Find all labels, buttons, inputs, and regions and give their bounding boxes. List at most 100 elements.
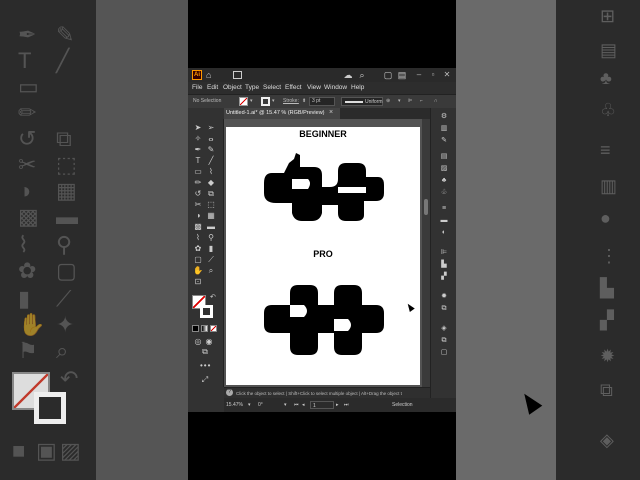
- menu-edit[interactable]: Edit: [207, 83, 218, 93]
- search-icon[interactable]: ⌕: [356, 69, 368, 81]
- align-icon[interactable]: ⊫: [408, 97, 412, 106]
- menu-effect[interactable]: Effect: [285, 83, 302, 93]
- brush-panel-icon[interactable]: ✎: [439, 136, 449, 146]
- links-icon[interactable]: ⧉: [439, 336, 449, 346]
- shape-builder-tool-icon[interactable]: ◑: [193, 211, 203, 221]
- swap-fill-stroke-icon[interactable]: ↶: [210, 293, 216, 301]
- zoom-dropdown-icon[interactable]: ▾: [248, 401, 251, 409]
- stroke-swatch[interactable]: [200, 305, 213, 318]
- home-icon[interactable]: ⌂: [206, 70, 216, 80]
- stroke-dropdown-icon[interactable]: ▾: [272, 97, 275, 106]
- layout-icon[interactable]: ▤: [396, 69, 408, 81]
- none-mode-icon[interactable]: [210, 325, 217, 332]
- direct-selection-tool-icon[interactable]: ➢: [206, 123, 216, 133]
- color-mode-icon[interactable]: [192, 325, 199, 332]
- first-artboard-icon[interactable]: ⏮: [294, 401, 299, 409]
- menu-view[interactable]: View: [307, 83, 321, 93]
- maximize-button[interactable]: ▫: [428, 69, 438, 81]
- blend-tool-icon[interactable]: ⚲: [206, 233, 216, 243]
- scrollbar-thumb[interactable]: [424, 199, 428, 215]
- pen-tool-icon[interactable]: ✒: [193, 145, 203, 155]
- gradient-mode-icon[interactable]: [201, 325, 208, 332]
- line-tool-icon[interactable]: ╱: [206, 156, 216, 166]
- column-graph-tool-icon[interactable]: ▮: [206, 244, 216, 254]
- document-tab[interactable]: Untitled-1.ai* @ 15.47 % (RGB/Preview) ×: [224, 108, 340, 119]
- free-transform-tool-icon[interactable]: ⬚: [206, 200, 216, 210]
- menu-window[interactable]: Window: [324, 83, 347, 93]
- scale-tool-icon[interactable]: ⧉: [206, 189, 216, 199]
- warp-tool-icon[interactable]: ✂: [193, 200, 203, 210]
- vertical-scrollbar[interactable]: [422, 119, 430, 387]
- menu-select[interactable]: Select: [263, 83, 281, 93]
- arrange-icon[interactable]: ▢: [382, 69, 394, 81]
- help-icon[interactable]: ?: [226, 389, 233, 396]
- rotation-dropdown-icon[interactable]: ▾: [284, 401, 287, 409]
- canvas-area[interactable]: BEGINNER PRO: [224, 119, 430, 387]
- rotation-field[interactable]: 0°: [258, 401, 263, 409]
- recolor-icon[interactable]: ⊕: [386, 97, 390, 106]
- menu-object[interactable]: Object: [223, 83, 242, 93]
- stroke-stepper-icon[interactable]: ⬍: [302, 97, 306, 106]
- zoom-level-field[interactable]: 15.47%: [226, 401, 243, 409]
- rotate-tool-icon[interactable]: ↺: [193, 189, 203, 199]
- edit-toolbar-icon[interactable]: ⤢: [200, 375, 210, 385]
- properties-icon[interactable]: ⚙: [439, 112, 449, 122]
- eraser-tool-icon[interactable]: ◆: [206, 178, 216, 188]
- cloud-icon[interactable]: ☁: [342, 69, 354, 81]
- print-tiling-tool-icon[interactable]: ⊡: [193, 277, 203, 287]
- minimize-button[interactable]: –: [414, 69, 424, 81]
- symbols-icon[interactable]: ♣: [439, 176, 449, 186]
- stroke-panel-icon[interactable]: ≡: [439, 204, 449, 214]
- draw-mode-icon[interactable]: ◎: [193, 337, 203, 347]
- stroke-label[interactable]: Stroke:: [283, 97, 299, 106]
- pathfinder-icon[interactable]: ▞: [439, 272, 449, 282]
- workspace-icon[interactable]: [233, 71, 242, 79]
- next-artboard-icon[interactable]: ▸: [336, 401, 339, 409]
- menu-help[interactable]: Help: [351, 83, 364, 93]
- artboard-number-field[interactable]: 1: [310, 401, 334, 409]
- prev-artboard-icon[interactable]: ◂: [302, 401, 305, 409]
- libraries-icon[interactable]: ▥: [439, 124, 449, 134]
- slice-tool-icon[interactable]: ⟋: [206, 255, 216, 265]
- fill-color-chip[interactable]: [239, 97, 248, 106]
- selection-tool-icon[interactable]: ➤: [193, 123, 203, 133]
- align-panel-icon[interactable]: ⊫: [439, 248, 449, 258]
- stroke-weight-field[interactable]: 3 pt: [309, 97, 335, 106]
- magic-wand-icon[interactable]: ✧: [193, 134, 203, 144]
- pencil-tool-icon[interactable]: ✏: [193, 178, 203, 188]
- transform-panel-icon[interactable]: ▙: [439, 260, 449, 270]
- stroke-profile-select[interactable]: Uniform: [341, 97, 383, 106]
- curvature-tool-icon[interactable]: ✎: [206, 145, 216, 155]
- symbol-sprayer-tool-icon[interactable]: ✿: [193, 244, 203, 254]
- artboard[interactable]: BEGINNER PRO: [226, 127, 420, 385]
- mesh-tool-icon[interactable]: ▩: [193, 222, 203, 232]
- more-tools-icon[interactable]: •••: [200, 361, 211, 370]
- color-guide-icon[interactable]: ▨: [439, 164, 449, 174]
- menu-file[interactable]: File: [192, 83, 202, 93]
- paintbrush-tool-icon[interactable]: ⌇: [206, 167, 216, 177]
- appearance-icon[interactable]: ▢: [439, 348, 449, 358]
- last-artboard-icon[interactable]: ⏭: [344, 401, 349, 409]
- more-options-icon[interactable]: ∩: [434, 97, 438, 106]
- close-window-button[interactable]: ✕: [442, 69, 452, 81]
- transparency-icon[interactable]: ◐: [439, 228, 449, 238]
- menu-type[interactable]: Type: [245, 83, 259, 93]
- gradient-panel-icon[interactable]: ▬: [439, 216, 449, 226]
- opacity-icon[interactable]: ▾: [398, 97, 401, 106]
- transform-icon[interactable]: ⌐: [420, 97, 423, 106]
- pro-puzzle-shape[interactable]: [226, 285, 420, 357]
- close-tab-icon[interactable]: ×: [329, 108, 333, 118]
- screen-mode-icon[interactable]: ⧉: [200, 347, 210, 357]
- image-trace-icon[interactable]: ▤: [439, 152, 449, 162]
- artboards-panel-icon[interactable]: ⧉: [439, 304, 449, 314]
- eyedropper-tool-icon[interactable]: ⌇: [193, 233, 203, 243]
- zoom-tool-icon[interactable]: ⌕: [206, 266, 216, 276]
- layers-icon[interactable]: ◈: [439, 324, 449, 334]
- hand-tool-icon[interactable]: ✋: [193, 266, 203, 276]
- rectangle-tool-icon[interactable]: ▭: [193, 167, 203, 177]
- fill-dropdown-icon[interactable]: ▾: [250, 97, 253, 106]
- draw-inside-icon[interactable]: ◉: [204, 337, 214, 347]
- type-tool-icon[interactable]: T: [193, 156, 203, 166]
- graphic-styles-icon[interactable]: ♧: [439, 188, 449, 198]
- perspective-grid-tool-icon[interactable]: ▦: [206, 211, 216, 221]
